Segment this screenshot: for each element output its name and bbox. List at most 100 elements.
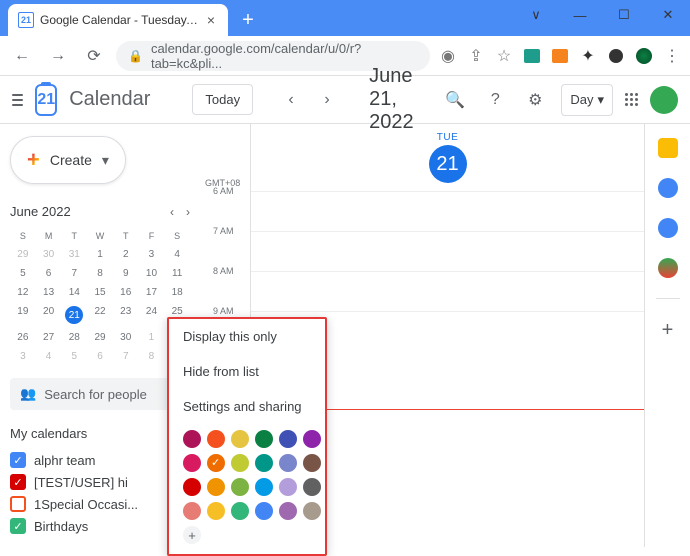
mini-day[interactable]: 8	[87, 264, 113, 283]
maps-icon[interactable]	[658, 258, 678, 278]
mini-day[interactable]: 29	[87, 328, 113, 347]
extensions-puzzle-icon[interactable]: ✦	[578, 46, 598, 66]
color-swatch[interactable]	[207, 454, 225, 472]
main-menu-button[interactable]	[12, 88, 23, 112]
mini-day[interactable]: 5	[10, 264, 36, 283]
color-swatch[interactable]	[279, 502, 297, 520]
mini-day[interactable]: 8	[139, 347, 165, 366]
mini-day[interactable]: 12	[10, 283, 36, 302]
account-avatar[interactable]	[650, 86, 678, 114]
forward-button[interactable]: →	[44, 42, 72, 70]
search-icon[interactable]: 🔍	[441, 86, 469, 114]
color-swatch[interactable]	[279, 478, 297, 496]
color-swatch[interactable]	[207, 478, 225, 496]
time-slot[interactable]: 6 AM	[251, 191, 644, 231]
mini-day[interactable]: 10	[139, 264, 165, 283]
color-swatch[interactable]	[303, 478, 321, 496]
mini-day[interactable]: 16	[113, 283, 139, 302]
add-color-button[interactable]: +	[183, 526, 201, 544]
mini-prev-month[interactable]: ‹	[170, 205, 174, 219]
mini-day[interactable]: 14	[61, 283, 87, 302]
keep-icon[interactable]	[658, 138, 678, 158]
mini-day[interactable]: 31	[61, 245, 87, 264]
extension-icon-1[interactable]	[522, 46, 542, 66]
color-swatch[interactable]	[303, 430, 321, 448]
mini-day[interactable]: 4	[164, 245, 190, 264]
mini-day[interactable]: 7	[61, 264, 87, 283]
color-swatch[interactable]	[255, 454, 273, 472]
mini-day[interactable]: 17	[139, 283, 165, 302]
mini-day[interactable]: 2	[113, 245, 139, 264]
mini-next-month[interactable]: ›	[186, 205, 190, 219]
window-minimize-icon[interactable]: ∨	[514, 0, 558, 30]
window-close-button[interactable]: ✕	[646, 0, 690, 30]
context-menu-item[interactable]: Display this only	[169, 319, 325, 354]
mini-day[interactable]: 28	[61, 328, 87, 347]
tasks-icon[interactable]	[658, 178, 678, 198]
mini-day[interactable]: 5	[61, 347, 87, 366]
mini-day[interactable]: 30	[113, 328, 139, 347]
view-selector[interactable]: Day ▾	[561, 84, 613, 116]
calendar-list-item[interactable]: 1Special Occasi...	[10, 493, 190, 515]
color-swatch[interactable]	[231, 430, 249, 448]
back-button[interactable]: ←	[8, 42, 36, 70]
color-swatch[interactable]	[303, 502, 321, 520]
tab-close-icon[interactable]: ×	[204, 13, 218, 27]
mini-day[interactable]: 26	[10, 328, 36, 347]
mini-day[interactable]: 22	[87, 302, 113, 328]
reload-button[interactable]: ⟳	[80, 42, 108, 70]
new-tab-button[interactable]: +	[234, 6, 262, 34]
today-button[interactable]: Today	[192, 84, 253, 115]
share-icon[interactable]: ⇪	[466, 46, 486, 66]
mini-day[interactable]: 9	[113, 264, 139, 283]
eye-icon[interactable]: ◉	[438, 46, 458, 66]
mini-day[interactable]: 7	[113, 347, 139, 366]
calendar-checkbox[interactable]: ✓	[10, 474, 26, 490]
settings-gear-icon[interactable]: ⚙	[521, 86, 549, 114]
calendar-checkbox[interactable]: ✓	[10, 518, 26, 534]
mini-day[interactable]: 21	[61, 302, 87, 328]
mini-day[interactable]: 15	[87, 283, 113, 302]
calendar-checkbox[interactable]: ✓	[10, 452, 26, 468]
color-swatch[interactable]	[231, 454, 249, 472]
browser-menu-icon[interactable]: ⋮	[662, 46, 682, 66]
add-addon-button[interactable]: +	[662, 319, 674, 342]
color-swatch[interactable]	[183, 502, 201, 520]
mini-day[interactable]: 24	[139, 302, 165, 328]
mini-day[interactable]: 1	[139, 328, 165, 347]
extension-icon-4[interactable]	[634, 46, 654, 66]
color-swatch[interactable]	[183, 430, 201, 448]
color-swatch[interactable]	[255, 430, 273, 448]
calendar-checkbox[interactable]	[10, 496, 26, 512]
mini-day[interactable]: 27	[36, 328, 62, 347]
contacts-icon[interactable]	[658, 218, 678, 238]
context-menu-item[interactable]: Settings and sharing	[169, 389, 325, 424]
star-icon[interactable]: ☆	[494, 46, 514, 66]
time-slot[interactable]: 8 AM	[251, 271, 644, 311]
color-swatch[interactable]	[255, 502, 273, 520]
color-swatch[interactable]	[231, 478, 249, 496]
calendar-list-item[interactable]: ✓[TEST/USER] hi	[10, 471, 190, 493]
create-button[interactable]: + Create ▾	[10, 136, 126, 184]
mini-day[interactable]: 19	[10, 302, 36, 328]
color-swatch[interactable]	[207, 502, 225, 520]
calendar-list-item[interactable]: ✓Birthdays	[10, 515, 190, 537]
browser-tab[interactable]: 21 Google Calendar - Tuesday, June ×	[8, 4, 228, 36]
extension-icon-2[interactable]	[550, 46, 570, 66]
mini-day[interactable]: 20	[36, 302, 62, 328]
prev-period-button[interactable]: ‹	[277, 86, 305, 114]
color-swatch[interactable]	[183, 454, 201, 472]
mini-day[interactable]: 29	[10, 245, 36, 264]
google-apps-icon[interactable]	[625, 93, 638, 106]
window-minimize-button[interactable]: —	[558, 0, 602, 30]
color-swatch[interactable]	[279, 454, 297, 472]
mini-day[interactable]: 3	[10, 347, 36, 366]
mini-day[interactable]: 11	[164, 264, 190, 283]
search-people-input[interactable]: 👥 Search for people	[10, 378, 190, 410]
mini-day[interactable]: 30	[36, 245, 62, 264]
mini-day[interactable]: 18	[164, 283, 190, 302]
calendar-list-item[interactable]: ✓alphr team	[10, 449, 190, 471]
color-swatch[interactable]	[207, 430, 225, 448]
color-swatch[interactable]	[183, 478, 201, 496]
next-period-button[interactable]: ›	[313, 86, 341, 114]
